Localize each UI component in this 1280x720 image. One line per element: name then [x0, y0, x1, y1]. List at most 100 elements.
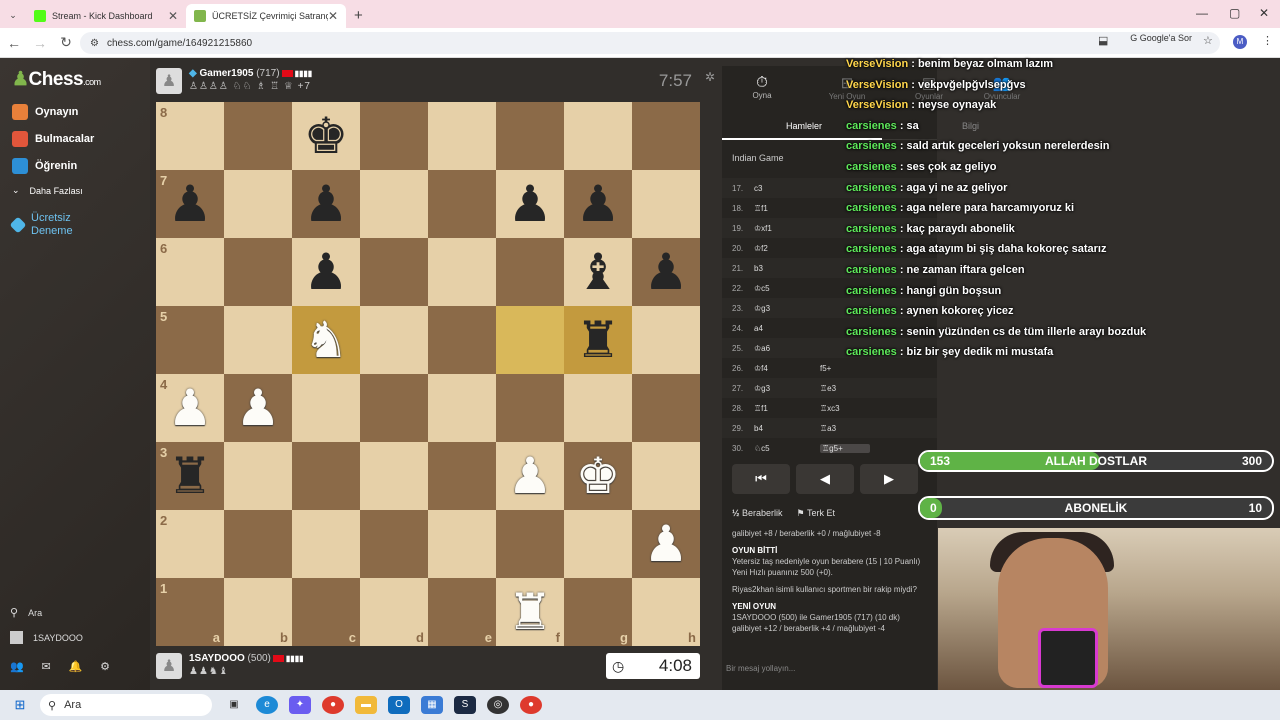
- previous-move-button[interactable]: ◀: [796, 464, 854, 494]
- windows-start-icon[interactable]: ⊞: [0, 697, 40, 713]
- chat-username[interactable]: carsienes: [846, 346, 897, 358]
- taskbar-search[interactable]: ⚲ Ara: [40, 694, 212, 716]
- square-g5[interactable]: ♜: [564, 306, 632, 374]
- square-g7[interactable]: ♟: [564, 170, 632, 238]
- square-d2[interactable]: [360, 510, 428, 578]
- white-pawn-icon[interactable]: ♟: [508, 451, 553, 501]
- forward-icon[interactable]: →: [28, 35, 52, 51]
- square-d8[interactable]: [360, 102, 428, 170]
- square-c8[interactable]: ♚: [292, 102, 360, 170]
- sidebar-item-learn[interactable]: Öğrenin: [12, 158, 77, 174]
- white-pawn-icon[interactable]: ♟: [236, 383, 281, 433]
- sidebar-item-play[interactable]: Oynayın: [12, 104, 78, 120]
- board-settings-icon[interactable]: ✲: [705, 70, 715, 84]
- square-f3[interactable]: ♟: [496, 442, 564, 510]
- back-icon[interactable]: ←: [2, 35, 26, 51]
- black-rook-icon[interactable]: ♜: [576, 315, 621, 365]
- square-g6[interactable]: ♝: [564, 238, 632, 306]
- edge-icon[interactable]: e: [256, 696, 278, 714]
- black-pawn-icon[interactable]: ♟: [304, 247, 349, 297]
- chat-username[interactable]: carsienes: [846, 202, 897, 214]
- white-rook-icon[interactable]: ♜: [508, 587, 553, 637]
- square-a7[interactable]: 7 ♟: [156, 170, 224, 238]
- square-f1[interactable]: f ♜: [496, 578, 564, 646]
- white-move[interactable]: c3: [754, 184, 820, 193]
- square-e7[interactable]: [428, 170, 496, 238]
- white-move[interactable]: ♔xf1: [754, 224, 820, 233]
- square-c2[interactable]: [292, 510, 360, 578]
- chat-username[interactable]: carsienes: [846, 305, 897, 317]
- black-move[interactable]: ♖a3: [820, 424, 870, 433]
- square-e8[interactable]: [428, 102, 496, 170]
- black-pawn-icon[interactable]: ♟: [168, 179, 213, 229]
- square-e5[interactable]: [428, 306, 496, 374]
- black-rook-icon[interactable]: ♜: [168, 451, 213, 501]
- notifications-icon[interactable]: 🔔: [69, 660, 83, 673]
- white-move[interactable]: b3: [754, 264, 820, 273]
- white-pawn-icon[interactable]: ♟: [644, 519, 689, 569]
- next-move-button[interactable]: ▶: [860, 464, 918, 494]
- black-move[interactable]: ♖xc3: [820, 404, 870, 413]
- chat-username[interactable]: carsienes: [846, 223, 897, 235]
- chrome-active-icon[interactable]: ●: [520, 696, 542, 714]
- copilot-icon[interactable]: ✦: [289, 696, 311, 714]
- square-b1[interactable]: b: [224, 578, 292, 646]
- chat-username[interactable]: VerseVision: [846, 79, 908, 91]
- chat-username[interactable]: carsienes: [846, 264, 897, 276]
- chat-username[interactable]: carsienes: [846, 326, 897, 338]
- google-ask-button[interactable]: G Google'a Sor: [1130, 33, 1192, 43]
- white-move[interactable]: ♖f1: [754, 204, 820, 213]
- black-move[interactable]: f5+: [820, 364, 870, 373]
- outlook-icon[interactable]: O: [388, 696, 410, 714]
- chat-username[interactable]: carsienes: [846, 182, 897, 194]
- settings-icon[interactable]: ⚙: [100, 660, 110, 673]
- square-a8[interactable]: 8: [156, 102, 224, 170]
- sidebar-user[interactable]: 1SAYDOOO: [10, 631, 83, 644]
- tab-kick-dashboard[interactable]: Stream - Kick Dashboard ✕: [26, 4, 186, 28]
- square-g2[interactable]: [564, 510, 632, 578]
- store-icon[interactable]: ▦: [421, 696, 443, 714]
- sidebar-search[interactable]: ⚲ Ara: [10, 606, 42, 619]
- tab-play[interactable]: ⏱ Oyna: [744, 74, 780, 100]
- obs-icon[interactable]: ◎: [487, 696, 509, 714]
- friends-icon[interactable]: 👥: [10, 660, 24, 673]
- square-d7[interactable]: [360, 170, 428, 238]
- square-e2[interactable]: [428, 510, 496, 578]
- square-d1[interactable]: d: [360, 578, 428, 646]
- white-pawn-icon[interactable]: ♟: [168, 383, 213, 433]
- square-g4[interactable]: [564, 374, 632, 442]
- white-move[interactable]: ♔f2: [754, 244, 820, 253]
- file-explorer-icon[interactable]: ▬: [355, 696, 377, 714]
- square-h8[interactable]: [632, 102, 700, 170]
- square-c4[interactable]: [292, 374, 360, 442]
- tab-close-icon[interactable]: ✕: [168, 9, 178, 23]
- square-c5[interactable]: ♞: [292, 306, 360, 374]
- chat-username[interactable]: VerseVision: [846, 58, 908, 70]
- square-h5[interactable]: [632, 306, 700, 374]
- chat-username[interactable]: carsienes: [846, 285, 897, 297]
- sidebar-item-more[interactable]: ⌄ Daha Fazlası: [12, 185, 83, 196]
- square-h7[interactable]: [632, 170, 700, 238]
- square-h3[interactable]: [632, 442, 700, 510]
- resign-button[interactable]: ⚑ Terk Et: [797, 508, 835, 519]
- square-a1[interactable]: 1a: [156, 578, 224, 646]
- chat-username[interactable]: carsienes: [846, 140, 897, 152]
- chess-logo[interactable]: ♟Chess.com: [12, 68, 101, 91]
- avatar[interactable]: ♟: [156, 68, 182, 94]
- white-move[interactable]: b4: [754, 424, 820, 433]
- browser-menu-icon[interactable]: ⋮: [1262, 34, 1273, 47]
- square-f2[interactable]: [496, 510, 564, 578]
- minimize-icon[interactable]: —: [1196, 6, 1208, 20]
- white-move[interactable]: ♔g3: [754, 384, 820, 393]
- black-pawn-icon[interactable]: ♟: [508, 179, 553, 229]
- square-b2[interactable]: [224, 510, 292, 578]
- black-bishop-icon[interactable]: ♝: [576, 247, 621, 297]
- chat-username[interactable]: carsienes: [846, 161, 897, 173]
- square-f4[interactable]: [496, 374, 564, 442]
- square-d4[interactable]: [360, 374, 428, 442]
- white-move[interactable]: ♔f4: [754, 364, 820, 373]
- square-g8[interactable]: [564, 102, 632, 170]
- maximize-icon[interactable]: ▢: [1229, 6, 1240, 20]
- reload-icon[interactable]: ↻: [54, 34, 78, 51]
- new-tab-button[interactable]: +: [354, 7, 363, 24]
